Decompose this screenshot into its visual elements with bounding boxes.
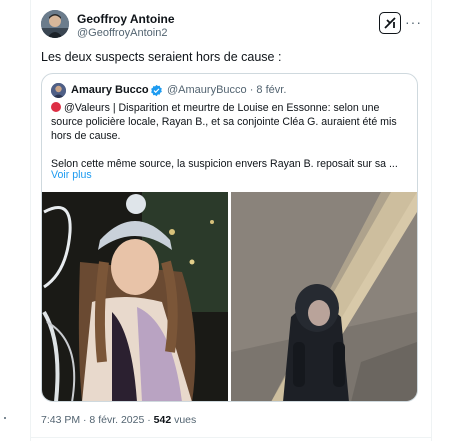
quoted-line-1: @Valeurs | Disparition et meurtre de Lou… bbox=[51, 102, 397, 142]
bottom-divider bbox=[31, 437, 431, 438]
tweet-meta: 7:43 PM · 8 févr. 2025 · 542 vues bbox=[41, 414, 196, 426]
quoted-paragraph-1: @Valeurs | Disparition et meurtre de Lou… bbox=[51, 101, 411, 143]
media-grid bbox=[42, 192, 417, 401]
quoted-header: Amaury Bucco @AmauryBucco · 8 févr. bbox=[51, 83, 411, 99]
left-border bbox=[30, 0, 31, 441]
red-circle-icon bbox=[51, 102, 61, 112]
quoted-author-name[interactable]: Amaury Bucco bbox=[71, 84, 149, 96]
quoted-tweet[interactable]: Amaury Bucco @AmauryBucco · 8 févr. @Val… bbox=[41, 73, 418, 402]
author-avatar[interactable] bbox=[41, 10, 69, 38]
quoted-text: @Valeurs | Disparition et meurtre de Lou… bbox=[51, 101, 411, 171]
grok-icon[interactable] bbox=[379, 12, 401, 34]
photo-suspect[interactable] bbox=[231, 192, 417, 401]
more-icon[interactable]: ··· bbox=[405, 14, 421, 32]
tweet-header: Geoffroy Antoine @GeoffroyAntoin2 ··· bbox=[41, 10, 421, 44]
edge-dot bbox=[4, 417, 6, 419]
author-name[interactable]: Geoffroy Antoine bbox=[77, 12, 175, 26]
photo-girl[interactable] bbox=[42, 192, 228, 401]
tweet-text: Les deux suspects seraient hors de cause… bbox=[41, 50, 282, 64]
show-more-link[interactable]: Voir plus bbox=[51, 169, 92, 181]
views-label: vues bbox=[171, 414, 197, 426]
author-handle[interactable]: @GeoffroyAntoin2 bbox=[77, 27, 167, 39]
timestamp[interactable]: 7:43 PM · 8 févr. 2025 · bbox=[41, 414, 154, 426]
views-count: 542 bbox=[153, 414, 172, 426]
quoted-author-avatar[interactable] bbox=[51, 83, 66, 98]
quoted-line-2: Selon cette même source, la suspicion en… bbox=[51, 158, 398, 170]
right-border bbox=[431, 0, 432, 441]
verified-badge-icon bbox=[151, 84, 162, 97]
quoted-author-handle[interactable]: @AmauryBucco · 8 févr. bbox=[167, 84, 286, 96]
